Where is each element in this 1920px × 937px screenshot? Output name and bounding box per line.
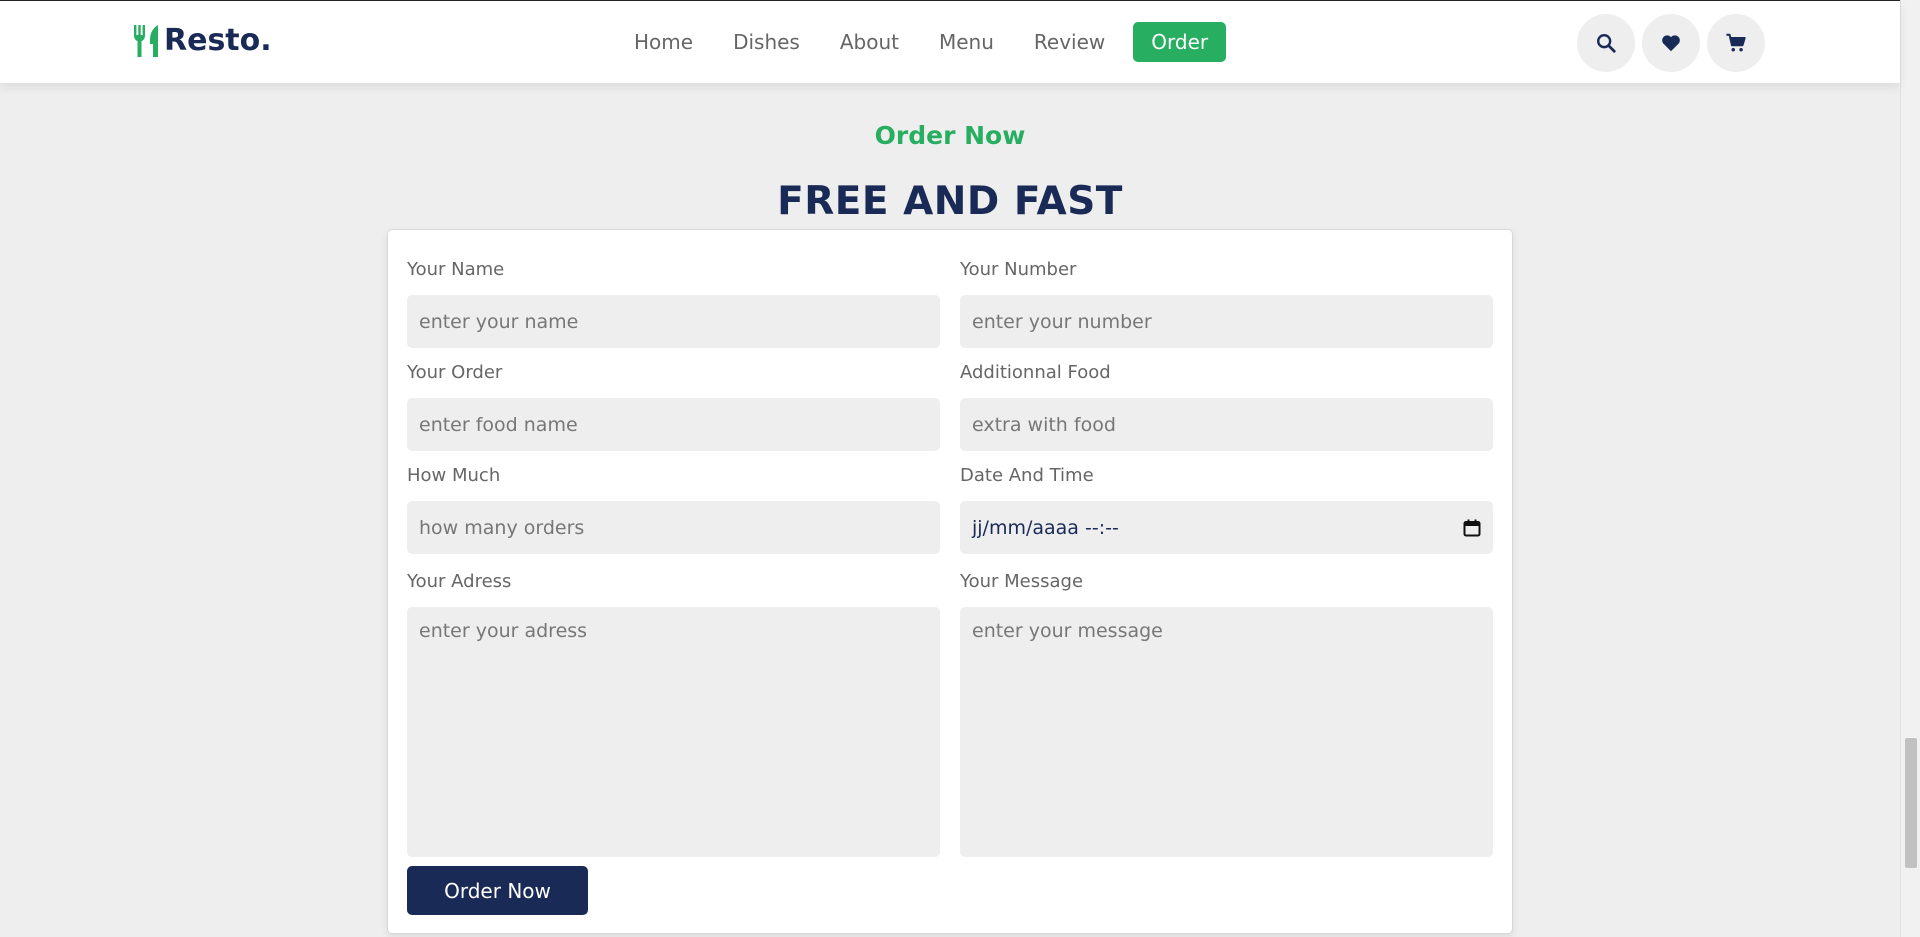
name-input[interactable] <box>407 295 940 348</box>
additional-food-label: Additionnal Food <box>960 362 1111 383</box>
nav-about[interactable]: About <box>830 22 909 62</box>
number-label: Your Number <box>960 259 1077 280</box>
cart-button[interactable] <box>1707 14 1765 72</box>
additional-food-field-group: Additionnal Food <box>960 362 1493 451</box>
nav-menu[interactable]: Menu <box>929 22 1004 62</box>
name-label: Your Name <box>407 259 505 280</box>
cart-icon <box>1726 33 1746 52</box>
order-input[interactable] <box>407 398 940 451</box>
address-label: Your Adress <box>407 571 512 592</box>
datetime-input[interactable]: jj/mm/aaaa --:-- <box>960 501 1493 554</box>
address-field-group: Your Adress <box>407 571 940 857</box>
order-label: Your Order <box>407 362 503 383</box>
order-now-button[interactable]: Order Now <box>407 866 588 915</box>
message-field-group: Your Message <box>960 571 1493 857</box>
number-input[interactable] <box>960 295 1493 348</box>
site-header: Resto. Home Dishes About Menu Review Ord… <box>0 0 1900 83</box>
order-form: Your Name Your Number Your Order Additio… <box>387 229 1513 934</box>
heart-icon <box>1662 35 1680 52</box>
datetime-field-group: Date And Time jj/mm/aaaa --:-- <box>960 465 1493 554</box>
datetime-value: jj/mm/aaaa --:-- <box>972 516 1119 539</box>
section-heading: FREE AND FAST <box>777 179 1123 224</box>
quantity-label: How Much <box>407 465 501 486</box>
section-subheading: Order Now <box>874 121 1026 150</box>
order-field-group: Your Order <box>407 362 940 451</box>
page-scrollbar[interactable] <box>1900 0 1920 937</box>
address-textarea[interactable] <box>407 607 940 857</box>
calendar-icon[interactable] <box>1463 519 1481 537</box>
nav-home[interactable]: Home <box>624 22 703 62</box>
quantity-field-group: How Much <box>407 465 940 554</box>
search-button[interactable] <box>1577 14 1635 72</box>
nav-dishes[interactable]: Dishes <box>723 22 810 62</box>
nav-review[interactable]: Review <box>1024 22 1115 62</box>
favorites-button[interactable] <box>1642 14 1700 72</box>
scrollbar-thumb[interactable] <box>1905 738 1917 868</box>
page: Resto. Home Dishes About Menu Review Ord… <box>0 0 1920 937</box>
name-field-group: Your Name <box>407 259 940 348</box>
number-field-group: Your Number <box>960 259 1493 348</box>
additional-food-input[interactable] <box>960 398 1493 451</box>
datetime-label: Date And Time <box>960 465 1094 486</box>
header-icons <box>1577 14 1772 72</box>
search-icon <box>1597 34 1616 53</box>
main-nav: Home Dishes About Menu Review Order <box>614 22 1236 62</box>
message-label: Your Message <box>960 571 1084 592</box>
message-textarea[interactable] <box>960 607 1493 857</box>
utensils-icon <box>134 25 158 57</box>
logo[interactable]: Resto. <box>132 23 272 59</box>
logo-text: Resto. <box>164 23 272 58</box>
nav-order[interactable]: Order <box>1133 22 1227 62</box>
quantity-input[interactable] <box>407 501 940 554</box>
